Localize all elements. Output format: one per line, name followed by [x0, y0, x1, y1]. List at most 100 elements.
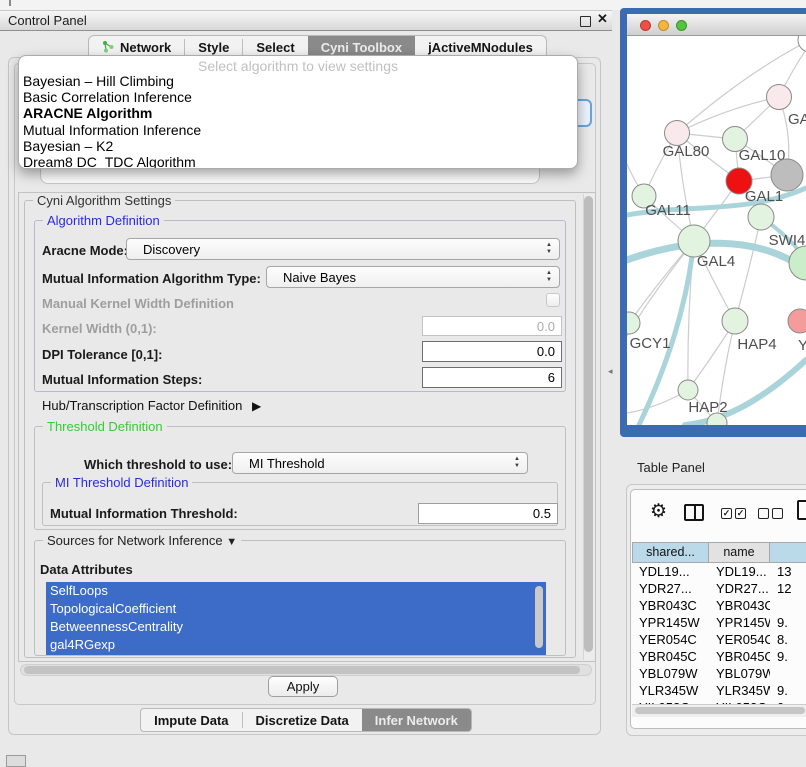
table-row[interactable]: YPR145WYPR145W9.	[632, 614, 806, 631]
table-cell: YLR345W	[632, 682, 709, 699]
aracne-mode-select[interactable]: Discovery ▲▼	[126, 238, 560, 260]
table-hscrollbar-thumb[interactable]	[635, 707, 805, 714]
sources-title-label: Sources for Network Inference	[47, 533, 223, 548]
bottom-tab-bar: Impute Data Discretize Data Infer Network	[0, 708, 612, 732]
algorithm-option[interactable]: Dream8 DC_TDC Algorithm	[19, 154, 577, 169]
table-cell: YDR27...	[632, 580, 709, 597]
network-node[interactable]	[798, 36, 806, 52]
table-panel-card: ⚙ ✓ ✓ shared...name YDL19...YDL19...13YD…	[630, 489, 806, 729]
float-window-icon[interactable]	[580, 16, 591, 27]
manual-kernel-checkbox[interactable]	[546, 293, 560, 307]
sources-title[interactable]: Sources for Network Inference ▼	[43, 533, 241, 548]
checked-box-icon[interactable]: ✓	[721, 508, 732, 519]
algorithm-option[interactable]: Basic Correlation Inference	[19, 89, 577, 105]
table-cell: YBR045C	[632, 648, 709, 665]
minimize-traffic-icon[interactable]	[658, 20, 669, 31]
hub-definition-expander[interactable]: Hub/Transcription Factor Definition ▶	[42, 398, 261, 413]
which-threshold-label: Which threshold to use:	[84, 457, 232, 472]
document-icon[interactable]	[797, 500, 806, 520]
network-node[interactable]	[789, 246, 806, 280]
network-node[interactable]	[788, 309, 806, 333]
bottom-tab-infer-network[interactable]: Infer Network	[362, 709, 471, 731]
data-attribute-item[interactable]: SelfLoops	[46, 582, 546, 600]
network-node[interactable]	[722, 308, 748, 334]
unchecked-box-icon[interactable]	[758, 508, 769, 519]
close-traffic-icon[interactable]	[640, 20, 651, 31]
table-row[interactable]: YDR27...YDR27...12	[632, 580, 806, 597]
table-cell: YPR145W	[632, 614, 709, 631]
bottom-tabs-strip: Impute Data Discretize Data Infer Network	[140, 708, 472, 732]
table-header: shared...name	[632, 542, 806, 563]
data-attributes-list[interactable]: SelfLoopsTopologicalCoefficientBetweenne…	[46, 582, 546, 655]
table-cell: 9.	[770, 648, 806, 665]
checked-box-icon[interactable]: ✓	[735, 508, 746, 519]
close-icon[interactable]: ✕	[597, 11, 608, 27]
cut-panel-icon	[6, 755, 26, 767]
table-cell	[770, 665, 806, 682]
hub-definition-label: Hub/Transcription Factor Definition	[42, 398, 242, 413]
unchecked-box-icon[interactable]	[772, 508, 783, 519]
table-column-header[interactable]: shared...	[632, 542, 709, 563]
settings-hscrollbar-thumb[interactable]	[24, 666, 580, 674]
settings-vscrollbar-thumb[interactable]	[584, 196, 593, 652]
algorithm-option[interactable]: Bayesian – Hill Climbing	[19, 73, 577, 89]
gear-icon[interactable]: ⚙	[650, 502, 667, 521]
combo-stepper-icon: ▲▼	[513, 456, 521, 472]
dpi-tolerance-field[interactable]: 0.0	[422, 341, 562, 362]
table-row[interactable]: YBR045CYBR045C9.	[632, 648, 806, 665]
table-row[interactable]: YBR043CYBR043C	[632, 597, 806, 614]
table-cell: 12	[770, 580, 806, 597]
table-hscrollbar[interactable]	[632, 704, 806, 717]
algorithm-dropdown-popup: Select algorithm to view settings Bayesi…	[18, 55, 578, 169]
table-row[interactable]: YBL079WYBL079W	[632, 665, 806, 682]
table-cell: YDR27...	[709, 580, 770, 597]
table-row[interactable]: YLR345WYLR345W9.	[632, 682, 806, 699]
algorithm-dropdown-list: Bayesian – Hill ClimbingBasic Correlatio…	[19, 73, 577, 169]
table-cell: YBR043C	[632, 597, 709, 614]
mi-type-select[interactable]: Naive Bayes ▲▼	[266, 266, 560, 288]
bottom-tab-impute-data[interactable]: Impute Data	[141, 709, 241, 731]
network-node[interactable]	[678, 380, 698, 400]
algorithm-option[interactable]: Mutual Information Inference	[19, 122, 577, 138]
network-node[interactable]	[627, 312, 640, 334]
network-window-titlebar	[627, 14, 806, 36]
splitter-grip-icon[interactable]: ◂	[608, 366, 613, 377]
table-column-header[interactable]	[770, 542, 806, 563]
table-row[interactable]: YER054CYER054C8.	[632, 631, 806, 648]
columns-icon[interactable]	[684, 504, 704, 521]
mi-threshold-field[interactable]: 0.5	[418, 503, 558, 524]
zoom-traffic-icon[interactable]	[676, 20, 687, 31]
mi-threshold-title: MI Threshold Definition	[51, 475, 192, 490]
manual-kernel-label: Manual Kernel Width Definition	[42, 296, 234, 311]
data-attribute-item[interactable]: BetweennessCentrality	[46, 618, 546, 636]
data-attribute-item[interactable]: TopologicalCoefficient	[46, 600, 546, 618]
table-cell: 13	[770, 563, 806, 580]
network-node[interactable]	[665, 121, 690, 146]
table-rows: YDL19...YDL19...13YDR27...YDR27...12YBR0…	[632, 563, 806, 704]
algorithm-definition-title: Algorithm Definition	[43, 213, 164, 228]
kernel-width-field[interactable]: 0.0	[422, 316, 562, 336]
network-node[interactable]	[767, 85, 792, 110]
network-node-label: Y	[798, 337, 806, 354]
network-node[interactable]	[748, 204, 774, 230]
apply-button[interactable]: Apply	[268, 676, 338, 697]
network-node-label: GAL11	[645, 202, 691, 219]
data-attribute-item[interactable]: gal4RGexp	[46, 636, 546, 654]
table-row[interactable]: YDL19...YDL19...13	[632, 563, 806, 580]
tab-label: Impute Data	[154, 713, 228, 728]
attr-list-scrollbar-thumb[interactable]	[535, 586, 543, 648]
network-view[interactable]: GALGAL80GAL10GAL1GAL11SWI4GAL4GCY1HAP4YH…	[627, 36, 806, 425]
table-cell: YDL19...	[709, 563, 770, 580]
mi-type-label: Mutual Information Algorithm Type:	[42, 271, 261, 286]
algorithm-option[interactable]: Bayesian – K2	[19, 138, 577, 154]
collapse-down-icon: ▼	[226, 536, 237, 548]
tab-label: Discretize Data	[256, 713, 349, 728]
mi-steps-field[interactable]: 6	[422, 367, 562, 388]
tab-label: Select	[256, 40, 294, 55]
network-node[interactable]	[771, 159, 803, 191]
table-column-header[interactable]: name	[709, 542, 770, 563]
which-threshold-select[interactable]: MI Threshold ▲▼	[232, 452, 528, 474]
table-cell: YBL079W	[709, 665, 770, 682]
bottom-tab-discretize-data[interactable]: Discretize Data	[243, 709, 362, 731]
algorithm-option[interactable]: ARACNE Algorithm	[19, 105, 577, 121]
